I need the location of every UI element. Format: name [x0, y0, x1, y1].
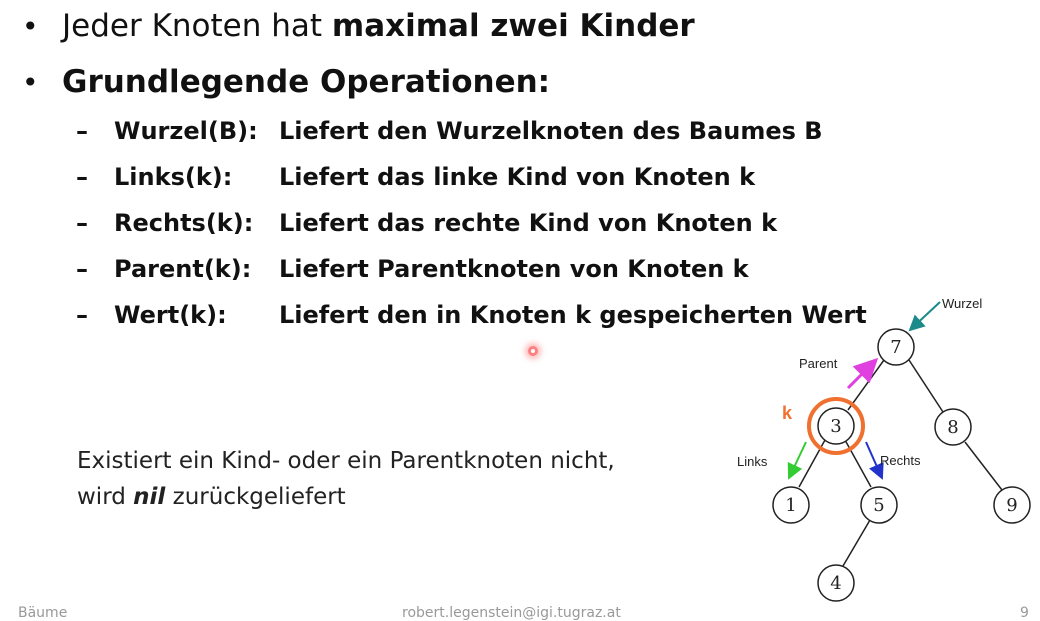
footer-page-number: 9 — [1020, 605, 1029, 621]
parent-label: Parent — [799, 356, 838, 371]
wurzel-label: Wurzel — [942, 296, 982, 311]
tree-node-7: 7 — [877, 328, 915, 366]
svg-text:7: 7 — [890, 337, 901, 358]
tree-node-8: 8 — [934, 408, 972, 446]
binary-tree-diagram: 7 3 8 1 5 9 4 Wurzel Parent k Links Rech — [737, 296, 1031, 602]
footer-left: Bäume — [18, 605, 68, 621]
edge-7-3 — [847, 359, 885, 411]
links-arrow — [787, 441, 807, 480]
links-label: Links — [737, 454, 768, 469]
tree-node-4: 4 — [817, 564, 855, 602]
tree-node-1: 1 — [772, 486, 810, 524]
footer-center: robert.legenstein@igi.tugraz.at — [402, 605, 621, 621]
k-label: k — [782, 403, 793, 423]
tree-node-3: 3 — [817, 407, 855, 445]
edge-5-4 — [842, 519, 871, 567]
rechts-label: Rechts — [880, 453, 921, 468]
wurzel-arrow — [908, 301, 941, 332]
tree-node-9: 9 — [993, 486, 1031, 524]
edge-7-8 — [908, 359, 944, 413]
svg-text:5: 5 — [873, 495, 884, 516]
edge-3-5 — [844, 439, 872, 488]
parent-arrow — [846, 357, 879, 390]
tree-node-5: 5 — [860, 486, 898, 524]
svg-text:3: 3 — [830, 416, 841, 437]
svg-text:4: 4 — [830, 573, 841, 594]
svg-text:9: 9 — [1006, 495, 1017, 516]
svg-text:8: 8 — [947, 417, 958, 438]
svg-text:1: 1 — [785, 495, 796, 516]
edge-8-9 — [964, 441, 1003, 491]
